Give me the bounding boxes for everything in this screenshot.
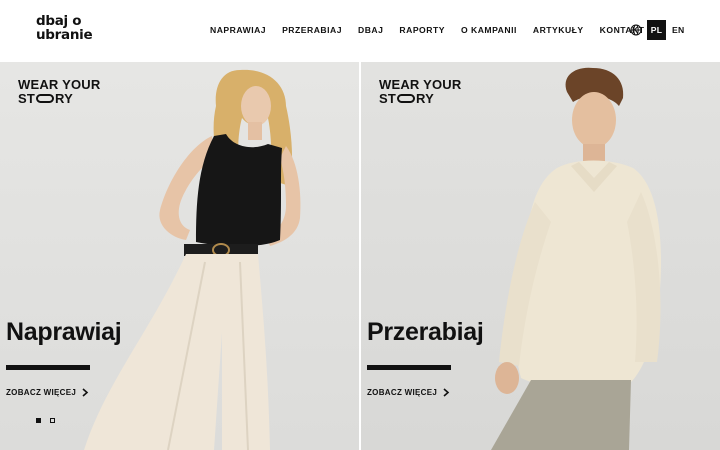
site-header: dbaj o ubranie NAPRAWIAJ PRZERABIAJ DBAJ… xyxy=(0,0,720,62)
tagline-line-1: WEAR YOUR xyxy=(379,77,462,92)
panel-title-przerabiaj: Przerabiaj xyxy=(367,318,484,346)
language-en-button[interactable]: EN xyxy=(672,25,685,35)
panel-przerabiaj[interactable]: WEAR YOUR ST RY Przerabiaj ZOBACZ WIĘCEJ xyxy=(361,62,720,450)
panel-naprawiaj[interactable]: WEAR YOUR ST RY Naprawiaj ZOBACZ WIĘCEJ xyxy=(0,62,359,450)
language-pl-button[interactable]: PL xyxy=(647,20,666,40)
tagline-story-end: RY xyxy=(416,91,434,106)
tagline-story-start: ST xyxy=(379,91,397,106)
globe-icon[interactable] xyxy=(630,24,642,36)
chevron-right-icon xyxy=(82,388,89,397)
see-more-label: ZOBACZ WIĘCEJ xyxy=(367,388,438,397)
tagline-line-1: WEAR YOUR xyxy=(18,77,101,92)
tagline-line-2: ST RY xyxy=(379,92,461,106)
logo-line-1: dbaj o xyxy=(36,13,82,29)
nav-item-przerabiaj[interactable]: PRZERABIAJ xyxy=(282,25,342,35)
logo-line-2: ubranie xyxy=(36,27,93,43)
site-logo[interactable]: dbaj o ubranie xyxy=(36,13,93,43)
nav-item-naprawiaj[interactable]: NAPRAWIAJ xyxy=(210,25,266,35)
panel-title-naprawiaj: Naprawiaj xyxy=(6,318,122,346)
main-nav: NAPRAWIAJ PRZERABIAJ DBAJ RAPORTY O KAMP… xyxy=(210,25,645,35)
see-more-link-przerabiaj[interactable]: ZOBACZ WIĘCEJ xyxy=(367,388,450,397)
tagline-story-end: RY xyxy=(55,91,73,106)
story-o-shape-icon xyxy=(397,94,416,103)
carousel-dots xyxy=(36,418,64,423)
wear-your-story-logo: WEAR YOUR ST RY xyxy=(18,78,100,106)
carousel-dot-2[interactable] xyxy=(50,418,55,423)
tagline-story-start: ST xyxy=(18,91,36,106)
see-more-link-naprawiaj[interactable]: ZOBACZ WIĘCEJ xyxy=(6,388,89,397)
nav-item-dbaj[interactable]: DBAJ xyxy=(358,25,383,35)
chevron-right-icon xyxy=(443,388,450,397)
carousel-dot-1[interactable] xyxy=(36,418,41,423)
see-more-label: ZOBACZ WIĘCEJ xyxy=(6,388,77,397)
story-o-shape-icon xyxy=(36,94,55,103)
title-underline-bar xyxy=(367,365,451,370)
language-switcher: PL EN xyxy=(630,20,685,40)
wear-your-story-logo: WEAR YOUR ST RY xyxy=(379,78,461,106)
title-underline-bar xyxy=(6,365,90,370)
tagline-line-2: ST RY xyxy=(18,92,100,106)
nav-item-raporty[interactable]: RAPORTY xyxy=(399,25,445,35)
nav-item-artykuly[interactable]: ARTYKUŁY xyxy=(533,25,584,35)
nav-item-o-kampanii[interactable]: O KAMPANII xyxy=(461,25,517,35)
